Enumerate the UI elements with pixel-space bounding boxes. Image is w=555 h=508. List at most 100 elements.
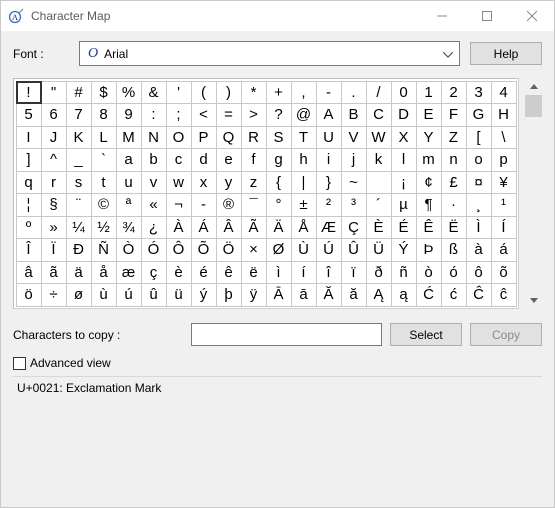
character-cell[interactable]: æ — [116, 261, 142, 285]
character-cell[interactable]: ^ — [41, 148, 67, 172]
character-cell[interactable]: Ð — [66, 238, 92, 262]
scroll-thumb[interactable] — [525, 95, 542, 117]
character-cell[interactable]: ½ — [91, 216, 117, 240]
character-cell[interactable]: ê — [216, 261, 242, 285]
character-cell[interactable]: ò — [416, 261, 442, 285]
character-cell[interactable]: · — [441, 193, 467, 217]
character-cell[interactable]: ÿ — [241, 283, 267, 307]
character-cell[interactable]: ć — [441, 283, 467, 307]
character-cell[interactable]: { — [266, 171, 292, 195]
character-grid[interactable]: !"#$%&'()*+,-./0123456789:;<=>?@ABCDEFGH… — [16, 81, 516, 306]
minimize-button[interactable] — [419, 1, 464, 31]
character-cell[interactable]: m — [416, 148, 442, 172]
character-cell[interactable]: ÷ — [41, 283, 67, 307]
character-cell[interactable]: E — [416, 103, 442, 127]
character-cell[interactable]: s — [66, 171, 92, 195]
character-cell[interactable]: µ — [391, 193, 417, 217]
character-cell[interactable]: 8 — [91, 103, 117, 127]
character-cell[interactable]: f — [241, 148, 267, 172]
character-cell[interactable]: Ø — [266, 238, 292, 262]
character-cell[interactable]: ; — [166, 103, 192, 127]
character-cell[interactable]: Ï — [41, 238, 67, 262]
character-cell[interactable]: ( — [191, 81, 217, 105]
character-cell[interactable]: ® — [216, 193, 242, 217]
character-cell[interactable]: i — [316, 148, 342, 172]
character-cell[interactable]: 6 — [41, 103, 67, 127]
character-cell[interactable]: l — [391, 148, 417, 172]
character-cell[interactable]: â — [16, 261, 42, 285]
character-cell[interactable]: Q — [216, 126, 242, 150]
character-cell[interactable]: P — [191, 126, 217, 150]
character-cell[interactable]: í — [291, 261, 317, 285]
character-cell[interactable]: I — [16, 126, 42, 150]
character-cell[interactable]: ö — [16, 283, 42, 307]
character-cell[interactable]: Û — [341, 238, 367, 262]
character-cell[interactable]: Ò — [116, 238, 142, 262]
character-cell[interactable]: M — [116, 126, 142, 150]
character-cell[interactable]: ā — [291, 283, 317, 307]
character-cell[interactable]: Ä — [266, 216, 292, 240]
character-cell[interactable]: ą — [391, 283, 417, 307]
help-button[interactable]: Help — [470, 42, 542, 65]
character-cell[interactable]: ¢ — [416, 171, 442, 195]
character-cell[interactable]: Á — [191, 216, 217, 240]
character-cell[interactable]: c — [166, 148, 192, 172]
character-cell[interactable]: ' — [166, 81, 192, 105]
character-cell[interactable]: D — [391, 103, 417, 127]
character-cell[interactable]: ¶ — [416, 193, 442, 217]
character-cell[interactable]: Ë — [441, 216, 467, 240]
character-cell[interactable]: , — [291, 81, 317, 105]
character-cell[interactable]: ¼ — [66, 216, 92, 240]
character-cell[interactable]: ă — [341, 283, 367, 307]
character-cell[interactable]: T — [291, 126, 317, 150]
character-cell[interactable]: S — [266, 126, 292, 150]
character-cell[interactable]: x — [191, 171, 217, 195]
character-cell[interactable]: « — [141, 193, 167, 217]
character-cell[interactable]: § — [41, 193, 67, 217]
character-cell[interactable]: g — [266, 148, 292, 172]
character-cell[interactable]: 3 — [466, 81, 492, 105]
character-cell[interactable]: Å — [291, 216, 317, 240]
character-cell[interactable]: õ — [491, 261, 517, 285]
character-cell[interactable]: q — [16, 171, 42, 195]
character-cell[interactable]: [ — [466, 126, 492, 150]
grid-scrollbar[interactable] — [525, 78, 542, 309]
character-cell[interactable]: ] — [16, 148, 42, 172]
character-cell[interactable]: » — [41, 216, 67, 240]
character-cell[interactable]: $ — [91, 81, 117, 105]
character-cell[interactable]: å — [91, 261, 117, 285]
character-cell[interactable]: H — [491, 103, 517, 127]
character-cell[interactable]: ¯ — [241, 193, 267, 217]
character-cell[interactable]: n — [441, 148, 467, 172]
character-cell[interactable]: & — [141, 81, 167, 105]
character-cell[interactable]: ì — [266, 261, 292, 285]
character-cell[interactable]: t — [91, 171, 117, 195]
character-cell[interactable]: C — [366, 103, 392, 127]
advanced-view-checkbox[interactable] — [13, 357, 26, 370]
character-cell[interactable]: " — [41, 81, 67, 105]
character-cell[interactable]: þ — [216, 283, 242, 307]
character-cell[interactable]: ! — [16, 81, 42, 105]
character-cell[interactable]: V — [341, 126, 367, 150]
character-cell[interactable]: h — [291, 148, 317, 172]
character-cell[interactable]: è — [166, 261, 192, 285]
character-cell[interactable]: Ô — [166, 238, 192, 262]
character-cell[interactable]: / — [366, 81, 392, 105]
character-cell[interactable]: ó — [441, 261, 467, 285]
character-cell[interactable] — [366, 171, 392, 195]
character-cell[interactable]: B — [341, 103, 367, 127]
character-cell[interactable]: ĉ — [491, 283, 517, 307]
character-cell[interactable]: á — [491, 238, 517, 262]
character-cell[interactable]: . — [341, 81, 367, 105]
character-cell[interactable]: ø — [66, 283, 92, 307]
character-cell[interactable]: ¨ — [66, 193, 92, 217]
character-cell[interactable]: - — [316, 81, 342, 105]
character-cell[interactable]: Ü — [366, 238, 392, 262]
character-cell[interactable]: ° — [266, 193, 292, 217]
character-cell[interactable]: © — [91, 193, 117, 217]
character-cell[interactable]: ß — [441, 238, 467, 262]
character-cell[interactable]: R — [241, 126, 267, 150]
character-cell[interactable]: ´ — [366, 193, 392, 217]
scroll-down-icon[interactable] — [525, 292, 542, 309]
character-cell[interactable]: ¾ — [116, 216, 142, 240]
